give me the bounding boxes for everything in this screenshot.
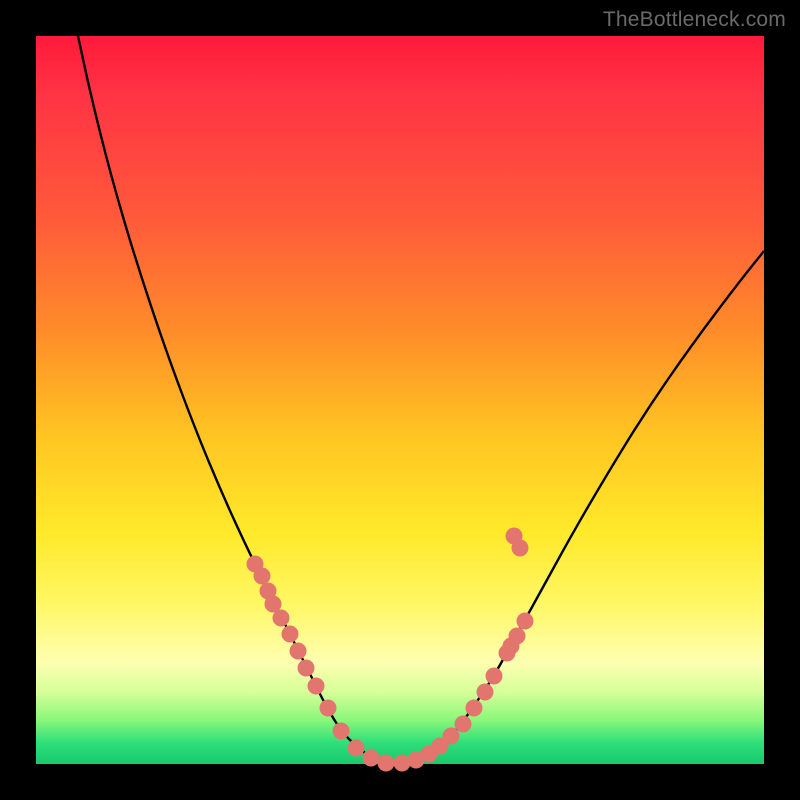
data-marker bbox=[443, 728, 460, 745]
data-marker bbox=[486, 668, 503, 685]
data-marker bbox=[512, 540, 529, 557]
data-marker bbox=[363, 750, 380, 767]
data-marker bbox=[254, 568, 271, 585]
data-marker bbox=[273, 610, 290, 627]
data-marker bbox=[320, 700, 337, 717]
data-marker bbox=[378, 755, 395, 772]
data-marker bbox=[282, 626, 299, 643]
bottleneck-curve bbox=[78, 36, 764, 764]
data-marker bbox=[477, 684, 494, 701]
chart-frame: TheBottleneck.com bbox=[0, 0, 800, 800]
data-markers bbox=[247, 528, 534, 772]
data-marker bbox=[466, 700, 483, 717]
watermark-text: TheBottleneck.com bbox=[603, 8, 786, 32]
data-marker bbox=[509, 628, 526, 645]
data-marker bbox=[308, 678, 325, 695]
data-marker bbox=[298, 660, 315, 677]
data-marker bbox=[333, 723, 350, 740]
data-marker bbox=[394, 755, 411, 772]
plot-area bbox=[36, 36, 764, 764]
data-marker bbox=[290, 643, 307, 660]
data-marker bbox=[455, 716, 472, 733]
data-marker bbox=[517, 613, 534, 630]
curve-layer bbox=[36, 36, 764, 764]
data-marker bbox=[348, 740, 365, 757]
